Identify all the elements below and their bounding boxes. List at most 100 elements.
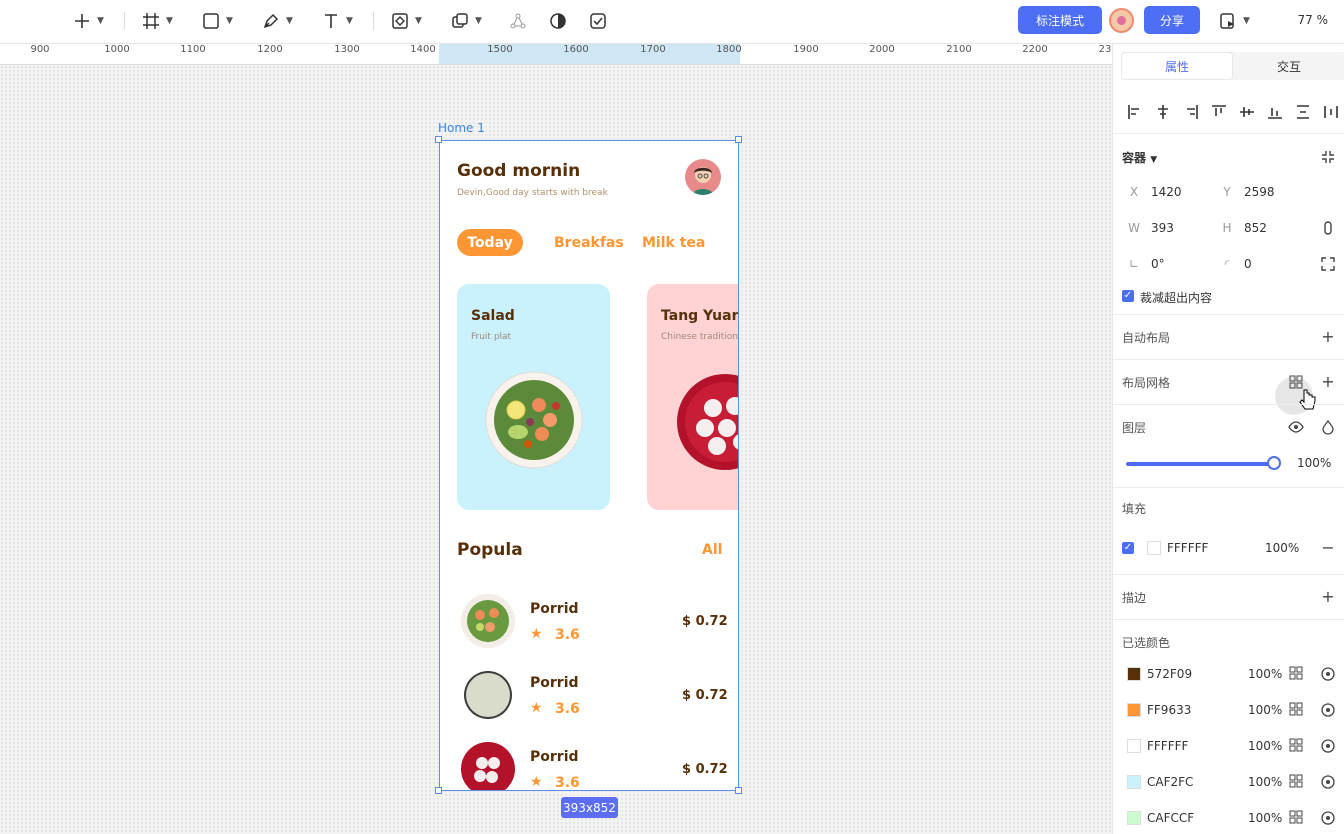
resize-handle-top-right[interactable]	[735, 136, 742, 143]
selected-color-row[interactable]: CAFCCF 100%	[1113, 804, 1344, 832]
select-target-icon[interactable]	[1320, 666, 1336, 682]
annotate-mode-button[interactable]: 标注模式	[1018, 6, 1102, 34]
frame-icon	[143, 13, 159, 29]
select-target-icon[interactable]	[1320, 738, 1336, 754]
share-button[interactable]: 分享	[1144, 6, 1200, 34]
fill-hex[interactable]: FFFFFF	[1167, 541, 1208, 555]
add-auto-layout-icon[interactable]: +	[1320, 329, 1336, 345]
selected-color-row[interactable]: CAF2FC 100%	[1113, 768, 1344, 796]
blend-mode-icon[interactable]	[1320, 419, 1336, 435]
clip-content-checkbox[interactable]: ✓	[1122, 290, 1134, 302]
opacity-slider-track[interactable]	[1126, 462, 1274, 466]
see-all-link[interactable]: All	[702, 542, 722, 558]
ruler-tick: 1200	[257, 44, 283, 55]
select-target-icon[interactable]	[1320, 702, 1336, 718]
salad-image	[485, 371, 583, 469]
resize-handle-top-left[interactable]	[435, 136, 442, 143]
align-center-icon[interactable]	[1155, 104, 1171, 120]
list-item[interactable]: Porrid ★ 3.6 $ 0.72	[440, 667, 738, 727]
height-field[interactable]: H 852	[1218, 215, 1266, 241]
color-styles-icon[interactable]	[1289, 738, 1303, 752]
pen-tool[interactable]: ▼	[262, 8, 293, 34]
add-layout-grid-icon[interactable]: +	[1320, 374, 1336, 390]
x-value: 1420	[1151, 185, 1182, 199]
select-target-icon[interactable]	[1320, 774, 1336, 790]
vector-tool[interactable]	[509, 8, 527, 34]
color-swatch[interactable]	[1127, 811, 1141, 825]
food-card-salad[interactable]: Salad Fruit plat	[457, 284, 610, 510]
check-tool[interactable]	[589, 8, 607, 34]
color-swatch[interactable]	[1127, 775, 1141, 789]
add-stroke-icon[interactable]: +	[1320, 589, 1336, 605]
ruler-tick: 900	[30, 44, 50, 55]
boolean-tool[interactable]: ▼	[451, 8, 482, 34]
resize-handle-bottom-right[interactable]	[735, 787, 742, 794]
food-card-tang-yuan[interactable]: Tang Yuan Chinese traditiona	[647, 284, 738, 510]
eye-icon[interactable]	[1288, 419, 1304, 435]
opacity-slider-handle[interactable]	[1267, 456, 1281, 470]
independent-corners-icon[interactable]	[1320, 256, 1336, 272]
mask-tool[interactable]	[549, 8, 567, 34]
text-tool[interactable]: ▼	[322, 8, 353, 34]
list-item[interactable]: Porrid ★ 3.6 $ 0.72	[440, 593, 738, 653]
remove-fill-icon[interactable]: −	[1320, 540, 1336, 556]
ruler-tick: 1900	[793, 44, 819, 55]
align-middle-icon[interactable]	[1239, 104, 1255, 120]
align-left-icon[interactable]	[1127, 104, 1143, 120]
tab-properties[interactable]: 属性	[1121, 52, 1233, 80]
ruler-tick: 2200	[1022, 44, 1048, 55]
tab-milk-tea[interactable]: Milk tea	[642, 235, 705, 251]
distribute-horizontal-icon[interactable]	[1323, 104, 1339, 120]
frame-tool[interactable]: ▼	[142, 8, 173, 34]
distribute-vertical-icon[interactable]	[1295, 104, 1311, 120]
color-styles-icon[interactable]	[1289, 702, 1303, 716]
user-avatar[interactable]	[1109, 8, 1134, 33]
align-top-icon[interactable]	[1211, 104, 1227, 120]
mobile-frame[interactable]: Good mornin Devin,Good day starts with b…	[439, 140, 739, 791]
item-thumbnail	[460, 741, 516, 790]
x-field[interactable]: X 1420	[1125, 179, 1182, 205]
profile-avatar[interactable]	[685, 159, 721, 195]
align-bottom-icon[interactable]	[1267, 104, 1283, 120]
color-styles-icon[interactable]	[1289, 774, 1303, 788]
tab-breakfast[interactable]: Breakfas	[554, 235, 624, 251]
opacity-value[interactable]: 100%	[1297, 456, 1331, 470]
select-target-icon[interactable]	[1320, 810, 1336, 826]
selected-color-row[interactable]: FF9633 100%	[1113, 696, 1344, 724]
color-swatch[interactable]	[1127, 667, 1141, 681]
zoom-level[interactable]: 77 %	[1298, 13, 1329, 27]
align-right-icon[interactable]	[1183, 104, 1199, 120]
preview-tool[interactable]: ▼	[1219, 8, 1250, 34]
width-field[interactable]: W 393	[1125, 215, 1174, 241]
chevron-down-icon: ▼	[97, 16, 104, 26]
fill-enabled-checkbox[interactable]: ✓	[1122, 542, 1134, 554]
color-swatch[interactable]	[1127, 703, 1141, 717]
color-styles-icon[interactable]	[1289, 666, 1303, 680]
item-rating: 3.6	[555, 701, 580, 717]
tab-interaction[interactable]: 交互	[1233, 52, 1344, 80]
shape-tool[interactable]: ▼	[202, 8, 233, 34]
component-tool[interactable]: ▼	[391, 8, 422, 34]
collapse-icon[interactable]	[1320, 149, 1336, 165]
frame-name-label[interactable]: Home 1	[438, 121, 485, 135]
y-field[interactable]: Y 2598	[1218, 179, 1274, 205]
color-styles-icon[interactable]	[1289, 810, 1303, 824]
selected-color-row[interactable]: FFFFFF 100%	[1113, 732, 1344, 760]
vector-network-icon	[510, 13, 526, 29]
fill-opacity[interactable]: 100%	[1265, 541, 1299, 555]
color-swatch[interactable]	[1127, 739, 1141, 753]
boolean-icon	[452, 13, 468, 28]
list-item[interactable]: Porrid ★ 3.6 $ 0.72	[440, 741, 738, 790]
link-ratio-icon[interactable]	[1320, 220, 1336, 236]
rotation-field[interactable]: ∟ 0°	[1125, 251, 1165, 277]
layout-grid-label: 布局网格	[1122, 376, 1171, 390]
container-dropdown[interactable]: 容器 ▼	[1122, 149, 1157, 166]
ruler-tick: 1500	[487, 44, 513, 55]
resize-handle-bottom-left[interactable]	[435, 787, 442, 794]
fill-swatch[interactable]	[1147, 541, 1161, 555]
tab-today[interactable]: Today	[457, 229, 523, 256]
corner-radius-field[interactable]: ◜ 0	[1218, 251, 1252, 277]
add-tool[interactable]: ▼	[73, 8, 104, 34]
selected-color-row[interactable]: 572F09 100%	[1113, 660, 1344, 688]
ruler-tick: 1600	[563, 44, 589, 55]
